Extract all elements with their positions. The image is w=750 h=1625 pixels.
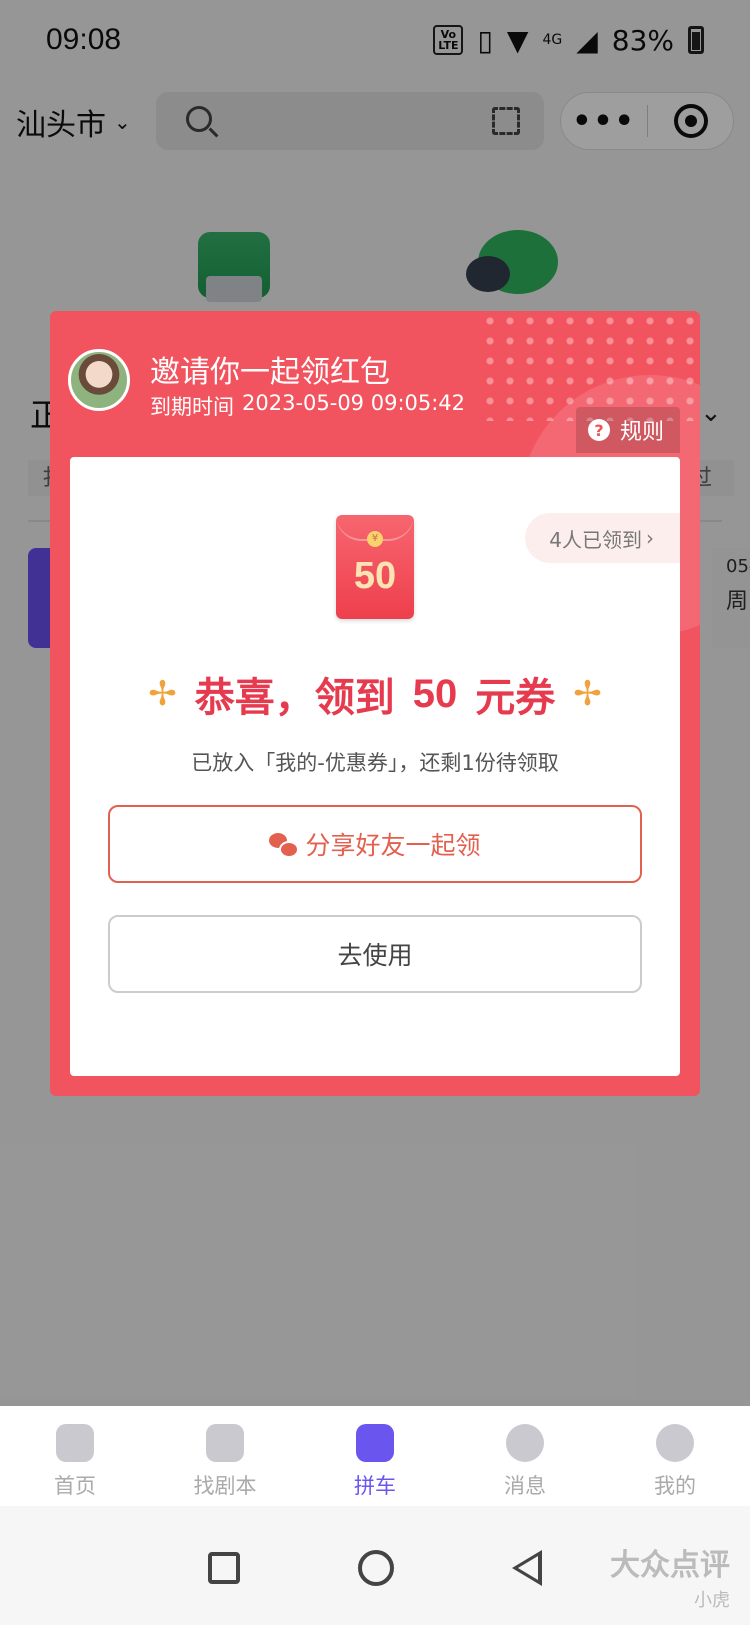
tab-home[interactable]: 首页: [0, 1406, 150, 1506]
share-friends-button[interactable]: 分享好友一起领: [108, 805, 642, 883]
tab-find-script[interactable]: 找剧本: [150, 1406, 300, 1506]
message-icon: [506, 1424, 544, 1462]
tab-label: 首页: [54, 1474, 96, 1498]
home-icon: [56, 1424, 94, 1462]
coin-icon: ¥: [367, 531, 383, 547]
sparkle-icon: ✢: [148, 674, 177, 714]
tab-label: 找剧本: [193, 1474, 257, 1498]
home-button[interactable]: [358, 1550, 394, 1586]
red-envelope-icon: ¥ 50: [336, 515, 414, 619]
claimed-count: 4人已领到: [549, 527, 642, 552]
rules-button[interactable]: ? 规则: [575, 407, 680, 453]
tab-carpool[interactable]: 拼车: [300, 1406, 450, 1506]
expiry-info: 到期时间 2023-05-09 09:05:42: [150, 391, 465, 421]
share-button-label: 分享好友一起领: [305, 831, 481, 860]
congrats-suffix: 元券: [475, 675, 556, 721]
avatar: [68, 349, 130, 411]
script-icon: [206, 1424, 244, 1462]
tab-messages[interactable]: 消息: [450, 1406, 600, 1506]
watermark-brand: 大众点评: [610, 1548, 730, 1583]
system-nav-bar: 大众点评 小虎: [0, 1506, 750, 1625]
coupon-card: 4人已领到 › ¥ 50 ✢ 恭喜，领到 50 元券 ✢ 已放入「我的-优惠券」…: [70, 457, 680, 1076]
expiry-label: 到期时间: [150, 395, 234, 419]
question-icon: ?: [587, 419, 610, 441]
modal-title: 邀请你一起领红包: [150, 355, 390, 390]
back-button[interactable]: [512, 1550, 542, 1586]
recents-button[interactable]: [208, 1552, 240, 1584]
use-coupon-button[interactable]: 去使用: [108, 915, 642, 993]
rules-label: 规则: [619, 420, 664, 445]
profile-icon: [656, 1424, 694, 1462]
tab-bar: 首页 找剧本 拼车 消息 我的: [0, 1406, 750, 1506]
use-button-label: 去使用: [337, 941, 413, 970]
envelope-amount: 50: [353, 555, 397, 597]
congrats-prefix: 恭喜，领到: [194, 675, 395, 721]
congrats-heading: ✢ 恭喜，领到 50 元券 ✢: [70, 665, 680, 723]
tab-profile[interactable]: 我的: [600, 1406, 750, 1506]
tab-label: 拼车: [354, 1474, 396, 1498]
chevron-right-icon: ›: [646, 526, 654, 550]
congrats-amount: 50: [412, 671, 458, 716]
watermark: 大众点评 小虎: [610, 1540, 730, 1612]
claimed-count-link[interactable]: 4人已领到 ›: [525, 513, 680, 563]
watermark-user: 小虎: [694, 1590, 730, 1611]
expiry-value: 2023-05-09 09:05:42: [242, 391, 466, 415]
puzzle-icon: [356, 1424, 394, 1462]
red-packet-modal: 邀请你一起领红包 到期时间 2023-05-09 09:05:42 ? 规则 4…: [50, 311, 700, 1096]
wechat-icon: [269, 833, 300, 858]
tab-label: 消息: [504, 1474, 546, 1498]
coupon-subtext: 已放入「我的-优惠券」，还剩1份待领取: [191, 751, 559, 775]
tab-label: 我的: [654, 1474, 696, 1498]
sparkle-icon: ✢: [573, 674, 602, 714]
